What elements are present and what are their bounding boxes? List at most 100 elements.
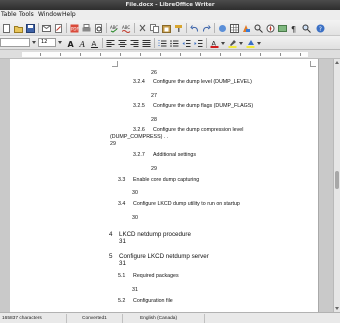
text-language[interactable]: English (Canada) [140, 315, 177, 322]
toc-entry-number: 5.2 [118, 298, 126, 304]
vertical-scrollbar[interactable] [333, 59, 340, 312]
toc-page-26: 26 [151, 70, 157, 76]
status-bar: 165837 characters Converted1 English (Ca… [0, 312, 340, 323]
toc-entry-text: Configure the dump compression level [153, 127, 244, 133]
window-title-bar: File.docx - LibreOffice Writer [0, 0, 340, 10]
autospell-icon[interactable]: ABC [122, 24, 131, 33]
toc-entry-page: 31 [119, 260, 126, 267]
toc-entry-page: 31 [132, 287, 138, 293]
navigator-icon[interactable] [266, 24, 275, 33]
new-document-icon[interactable] [2, 24, 11, 33]
horizontal-ruler[interactable] [0, 50, 340, 59]
export-pdf-icon[interactable]: PDF [70, 24, 79, 33]
character-count: 165837 characters [2, 316, 42, 321]
toc-entry-text: Configure the dump flags (DUMP_FLAGS) [153, 103, 254, 109]
edit-file-icon[interactable] [54, 24, 63, 33]
svg-text:A: A [92, 40, 97, 48]
toc-entry-text: Additional settings [153, 152, 196, 158]
cut-icon[interactable] [138, 24, 147, 33]
font-color-dropdown-icon[interactable] [221, 42, 225, 45]
font-size-value: 12 [41, 39, 48, 45]
svg-text:?: ? [319, 26, 322, 33]
window-title: File.docx - LibreOffice Writer [125, 2, 215, 8]
find-replace-icon[interactable] [254, 24, 263, 33]
decrease-indent-icon[interactable] [182, 39, 191, 48]
bold-icon[interactable]: A [66, 39, 75, 48]
gallery-icon[interactable] [278, 24, 287, 33]
toc-entry-page: 30 [132, 190, 138, 196]
font-size-box[interactable]: 12 [38, 38, 56, 47]
toc-entry-text: Configure the dump level (DUMP_LEVEL) [153, 79, 252, 85]
toc-entry-number: 3.2.4 [133, 79, 145, 85]
background-color-icon[interactable] [246, 39, 255, 48]
hyperlink-icon[interactable] [218, 24, 227, 33]
toc-entry-page: 27 [151, 93, 157, 99]
font-name-dropdown-icon[interactable] [32, 41, 36, 44]
formatting-toolbar: 12 A A A A [0, 36, 340, 50]
standard-toolbar: PDF ABC ABC ¶ ? [0, 20, 340, 36]
justify-icon[interactable] [142, 39, 151, 48]
copy-icon[interactable] [150, 24, 159, 33]
menu-window[interactable]: Window [38, 11, 62, 19]
bullets-icon[interactable] [170, 39, 179, 48]
svg-text:¶: ¶ [291, 25, 296, 33]
toc-entry-number: 3.4 [118, 201, 126, 207]
svg-text:ABC: ABC [122, 25, 130, 30]
menu-bar: Table Tools Window Help [0, 10, 340, 20]
highlighting-icon[interactable] [228, 39, 237, 48]
font-color-icon[interactable]: A [210, 39, 219, 48]
italic-icon[interactable]: A [78, 39, 87, 48]
spelling-icon[interactable]: ABC [110, 24, 119, 33]
scroll-down-icon[interactable] [335, 307, 339, 310]
document-mode: Converted1 [82, 316, 107, 321]
scrollbar-thumb[interactable] [335, 171, 339, 189]
scroll-up-icon[interactable] [335, 61, 339, 64]
toc-entry-page: 29 [110, 141, 116, 147]
document-area[interactable]: 26 3.2.4 Configure the dump level (DUMP_… [0, 59, 333, 312]
save-icon[interactable] [26, 24, 35, 33]
toc-entry-text: Configure LKCD netdump server [119, 253, 209, 260]
toc-entry-number: 3.2.7 [133, 152, 145, 158]
open-folder-icon[interactable] [14, 24, 23, 33]
toc-entry-page: 28 [151, 117, 157, 123]
font-size-dropdown-icon[interactable] [58, 41, 62, 44]
align-center-icon[interactable] [118, 39, 127, 48]
numbering-icon[interactable] [158, 39, 167, 48]
undo-icon[interactable] [190, 24, 199, 33]
menu-table[interactable]: Table [1, 11, 17, 19]
svg-text:A: A [79, 40, 86, 48]
mail-icon[interactable] [42, 24, 51, 33]
toc-entry-number: 5.1 [118, 273, 126, 279]
svg-text:PDF: PDF [71, 27, 79, 32]
print-preview-icon[interactable] [94, 24, 103, 33]
clone-formatting-icon[interactable] [174, 24, 183, 33]
toc-entry-number: 5 [109, 253, 113, 260]
table-icon[interactable] [230, 24, 239, 33]
toc-entry-text: Configure LKCD dump utility to run on st… [133, 201, 240, 207]
svg-text:A: A [68, 40, 75, 48]
help-icon[interactable]: ? [316, 24, 325, 33]
print-icon[interactable] [82, 24, 91, 33]
toc-entry-text: Configuration file [133, 298, 173, 304]
underline-icon[interactable]: A [90, 39, 99, 48]
toc-entry-page: 31 [119, 238, 126, 245]
nonprinting-chars-icon[interactable]: ¶ [290, 24, 299, 33]
background-color-dropdown-icon[interactable] [257, 42, 261, 45]
show-draw-functions-icon[interactable] [242, 24, 251, 33]
paste-icon[interactable] [162, 24, 171, 33]
document-page[interactable]: 26 3.2.4 Configure the dump level (DUMP_… [10, 59, 319, 312]
menu-tools[interactable]: Tools [19, 11, 34, 19]
redo-icon[interactable] [202, 24, 211, 33]
toc-entry-number: 3.2.6 [133, 127, 145, 133]
zoom-icon[interactable] [302, 24, 311, 33]
align-right-icon[interactable] [130, 39, 139, 48]
menu-help[interactable]: Help [62, 11, 76, 19]
toc-entry-number: 3.3 [118, 177, 126, 183]
toc-entry-text-continued: (DUMP_COMPRESS) . . [110, 134, 169, 140]
font-name-box[interactable] [0, 38, 30, 47]
align-left-icon[interactable] [106, 39, 115, 48]
toc-entry-page: 30 [132, 215, 138, 221]
highlighting-dropdown-icon[interactable] [239, 42, 243, 45]
increase-indent-icon[interactable] [194, 39, 203, 48]
toc-entry-number: 4 [109, 231, 113, 238]
